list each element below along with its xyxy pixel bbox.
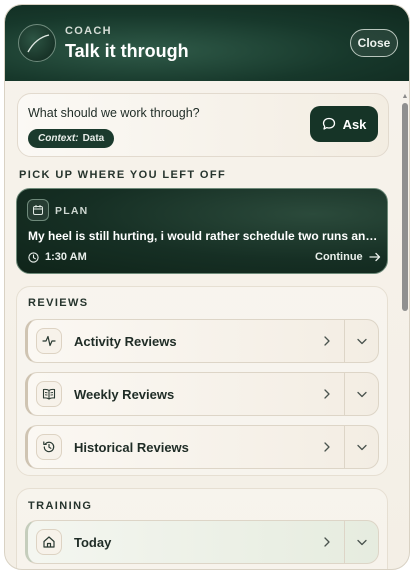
expand-button[interactable] [346,320,378,362]
plan-time-label: 1:30 AM [45,251,87,263]
chevron-down-icon [357,539,367,545]
training-item-today[interactable]: Today [25,520,379,564]
reviews-item-weekly[interactable]: Weekly Reviews [25,372,379,416]
coach-panel: COACH Talk it through Close ▲ What shoul… [4,4,410,570]
row-divider [344,373,345,415]
reviews-item-label: Historical Reviews [74,440,189,455]
book-icon [36,381,62,407]
resume-plan-card[interactable]: PLAN My heel is still hurting, i would r… [16,188,388,274]
context-value: Data [82,133,105,144]
close-button[interactable]: Close [350,29,398,57]
chevron-right-icon[interactable] [320,439,334,455]
training-item-label: Today [74,535,112,550]
chevron-right-icon[interactable] [320,534,334,550]
chevron-right-icon[interactable] [320,386,334,402]
arrow-right-icon [369,252,380,262]
continue-button[interactable]: Continue [315,251,381,263]
panel-header: COACH Talk it through Close [5,5,409,81]
expand-button[interactable] [346,373,378,415]
scrollbar[interactable]: ▲ [400,93,409,569]
row-divider [344,426,345,468]
coach-logo-icon [27,34,50,53]
context-badge[interactable]: Context: Data [28,129,115,148]
expand-button[interactable] [346,521,378,563]
scroll-up-arrow-icon[interactable]: ▲ [401,93,409,101]
context-key: Context: [38,133,79,144]
chat-bubble-icon [322,117,335,130]
clock-icon [28,251,39,263]
reviews-item-historical[interactable]: Historical Reviews [25,425,379,469]
scrollbar-thumb[interactable] [402,103,408,311]
header-kicker: COACH [65,25,112,37]
home-icon [36,529,62,555]
reviews-item-label: Activity Reviews [74,334,177,349]
row-divider [344,521,345,563]
expand-button[interactable] [346,426,378,468]
training-group: TRAINING Today [16,488,388,569]
plan-time: 1:30 AM [28,251,87,263]
row-divider [344,320,345,362]
page-title: Talk it through [65,41,189,61]
ask-card: What should we work through? Context: Da… [17,93,389,157]
chevron-down-icon [357,391,367,397]
resume-section-title: PICK UP WHERE YOU LEFT OFF [19,169,227,181]
activity-icon [36,328,62,354]
plan-message: My heel is still hurting, i would rather… [28,229,380,243]
chevron-right-icon[interactable] [320,333,334,349]
reviews-item-label: Weekly Reviews [74,387,175,402]
training-section-title: TRAINING [28,500,93,512]
coach-avatar [18,24,56,62]
ask-prompt: What should we work through? [28,106,200,120]
plan-tag: PLAN [55,205,89,217]
ask-button[interactable]: Ask [310,106,378,142]
reviews-section-title: REVIEWS [28,297,89,309]
continue-label: Continue [315,251,363,263]
ask-button-label: Ask [342,116,367,132]
chevron-down-icon [357,338,367,344]
chevron-down-icon [357,444,367,450]
history-icon [36,434,62,460]
reviews-group: REVIEWS Activity Reviews Weekly Reviews … [16,286,388,476]
reviews-item-activity[interactable]: Activity Reviews [25,319,379,363]
calendar-icon [27,199,49,221]
